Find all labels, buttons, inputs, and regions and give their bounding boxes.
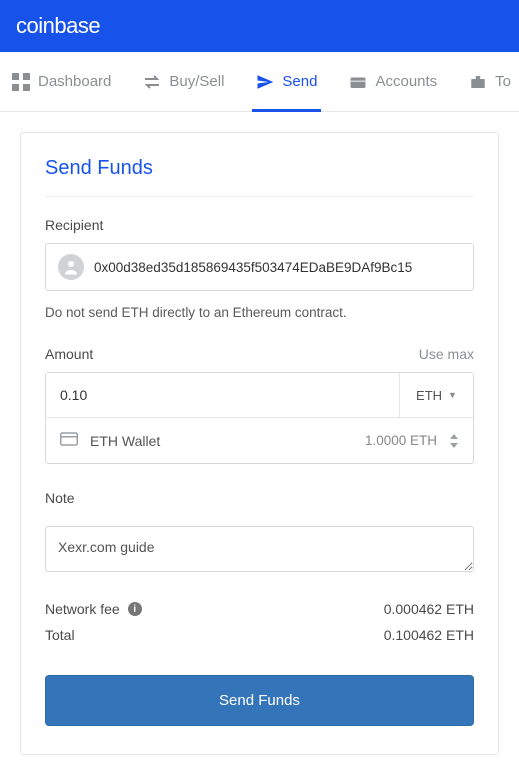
main-nav: Dashboard Buy/Sell Send Accounts To [0, 52, 519, 112]
nav-tools[interactable]: To [465, 52, 515, 112]
amount-label: Amount [45, 346, 93, 362]
nav-send-label: Send [282, 73, 317, 90]
chevron-down-icon: ▼ [448, 390, 457, 400]
recipient-input-box[interactable]: 0x00d38ed35d185869435f503474EDaBE9DAf9Bc… [45, 243, 474, 291]
nav-tools-label: To [495, 73, 511, 90]
send-funds-card: Send Funds Recipient 0x00d38ed35d1858694… [20, 132, 499, 755]
wallet-selector[interactable]: ETH Wallet 1.0000 ETH [46, 417, 473, 463]
avatar-icon [58, 254, 84, 280]
amount-group: ETH ▼ ETH Wallet 1.0000 ETH [45, 372, 474, 464]
card-title: Send Funds [45, 157, 474, 197]
send-icon [256, 73, 274, 91]
note-label: Note [45, 490, 474, 506]
use-max-link[interactable]: Use max [419, 346, 474, 362]
wallet-icon [349, 73, 367, 91]
nav-dashboard[interactable]: Dashboard [8, 52, 115, 112]
brand-logo: coinbase [16, 13, 100, 39]
sort-icon [449, 434, 459, 448]
info-icon[interactable]: i [128, 602, 142, 616]
briefcase-icon [469, 73, 487, 91]
currency-select[interactable]: ETH ▼ [399, 373, 473, 417]
swap-icon [143, 73, 161, 91]
total-value: 0.100462 ETH [384, 627, 474, 643]
nav-accounts[interactable]: Accounts [345, 52, 441, 112]
dashboard-icon [12, 73, 30, 91]
recipient-value: 0x00d38ed35d185869435f503474EDaBE9DAf9Bc… [94, 260, 412, 275]
amount-input[interactable] [46, 373, 399, 417]
nav-buy-sell[interactable]: Buy/Sell [139, 52, 228, 112]
total-label: Total [45, 627, 75, 643]
note-input[interactable] [45, 526, 474, 572]
recipient-label: Recipient [45, 217, 474, 233]
total-row: Total 0.100462 ETH [45, 627, 474, 643]
fee-value: 0.000462 ETH [384, 601, 474, 617]
wallet-name: ETH Wallet [90, 433, 353, 449]
send-funds-button[interactable]: Send Funds [45, 675, 474, 726]
nav-accounts-label: Accounts [375, 73, 437, 90]
wallet-icon [60, 432, 78, 449]
currency-code: ETH [416, 388, 442, 403]
network-fee-row: Network fee i 0.000462 ETH [45, 601, 474, 617]
page-body: Send Funds Recipient 0x00d38ed35d1858694… [0, 112, 519, 775]
nav-buy-sell-label: Buy/Sell [169, 73, 224, 90]
wallet-balance: 1.0000 ETH [365, 433, 437, 448]
nav-send[interactable]: Send [252, 52, 321, 112]
app-header: coinbase [0, 0, 519, 52]
nav-dashboard-label: Dashboard [38, 73, 111, 90]
recipient-hint: Do not send ETH directly to an Ethereum … [45, 305, 474, 320]
fee-label: Network fee [45, 601, 120, 617]
